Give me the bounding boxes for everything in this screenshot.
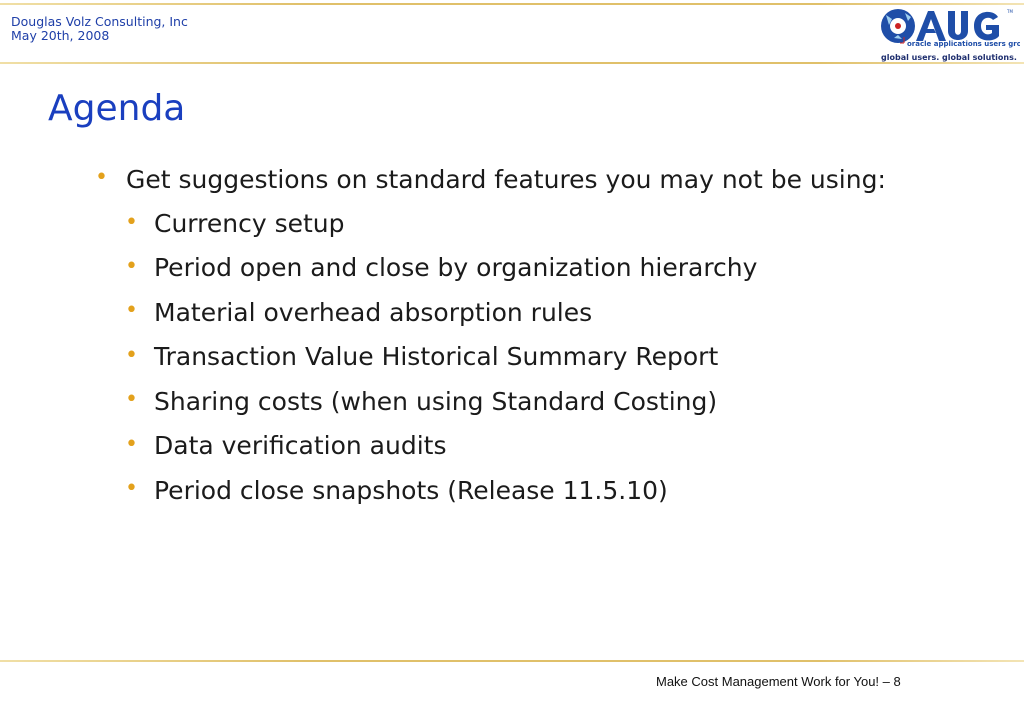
slide-title: Agenda: [48, 88, 186, 129]
bullet-icon: •: [125, 254, 138, 279]
bullet-icon: •: [125, 210, 138, 235]
agenda-sub-item: Period open and close by organization hi…: [154, 253, 758, 282]
agenda-sub-item: Sharing costs (when using Standard Costi…: [154, 387, 718, 416]
header-info: Douglas Volz Consulting, Inc May 20th, 2…: [11, 15, 188, 43]
agenda-sub-item: Data verification audits: [154, 431, 447, 460]
agenda-sub-item: Currency setup: [154, 209, 345, 238]
svg-text:TM: TM: [1006, 9, 1013, 14]
company-name: Douglas Volz Consulting, Inc: [11, 14, 188, 29]
bullet-icon: •: [125, 298, 138, 323]
presentation-date: May 20th, 2008: [11, 28, 110, 43]
bullet-icon: •: [125, 343, 138, 368]
agenda-sub-item: Material overhead absorption rules: [154, 298, 593, 327]
bullet-icon: •: [95, 165, 108, 190]
footer-title-page: Make Cost Management Work for You! – 8: [656, 674, 901, 689]
bullet-icon: •: [125, 476, 138, 501]
logo-tagline-bottom: global users. global solutions.: [881, 53, 1017, 62]
oaug-logo: TM oracle applications users group globa…: [878, 7, 1020, 62]
agenda-main-item: Get suggestions on standard features you…: [126, 165, 886, 194]
bullet-icon: •: [125, 387, 138, 412]
bullet-icon: •: [125, 432, 138, 457]
footer-rule: [0, 660, 1024, 662]
header-top-rule: [0, 3, 1024, 5]
agenda-sub-item: Transaction Value Historical Summary Rep…: [154, 342, 719, 371]
logo-tagline-top: oracle applications users group: [907, 40, 1020, 48]
agenda-sub-item: Period close snapshots (Release 11.5.10): [154, 476, 668, 505]
header-bottom-rule: [0, 62, 1024, 64]
